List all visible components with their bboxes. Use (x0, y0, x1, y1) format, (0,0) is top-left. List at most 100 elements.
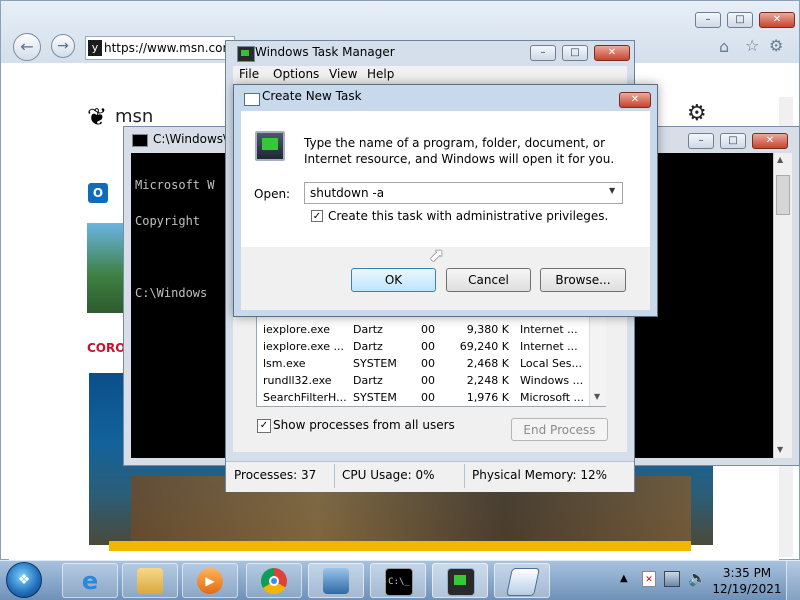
menu-help[interactable]: Help (367, 67, 394, 81)
process-list-scrollbar[interactable]: ▼ (589, 312, 606, 406)
open-combobox[interactable]: shutdown -a ▼ (304, 182, 623, 204)
taskbar-chrome[interactable] (246, 563, 302, 598)
process-description: Internet ... (520, 323, 578, 336)
scroll-down-icon[interactable]: ▼ (594, 392, 600, 401)
process-description: Local Ses... (520, 357, 582, 370)
favorites-star-icon[interactable]: ☆ (745, 36, 759, 55)
dialog-description: Type the name of a program, folder, docu… (304, 136, 615, 166)
process-user: Dartz (353, 374, 383, 387)
taskbar-internet-explorer[interactable]: e (62, 563, 118, 598)
start-button[interactable]: ❖ (6, 562, 42, 598)
corona-headline-text[interactable]: CORO (87, 341, 125, 355)
process-memory: 69,240 K (459, 340, 509, 353)
table-row[interactable]: iexplore.exe Dartz 00 9,380 K Internet .… (257, 322, 587, 339)
taskbar-media-player[interactable]: ▶ (182, 563, 238, 598)
cmd-line (135, 251, 214, 263)
settings-gear-icon[interactable]: ⚙ (687, 101, 707, 126)
admin-privileges-checkbox[interactable]: ✓ (311, 210, 323, 222)
tools-gear-icon[interactable]: ⚙ (769, 36, 783, 55)
dialog-close-button[interactable]: ✕ (619, 92, 651, 108)
process-cpu: 00 (421, 374, 435, 387)
outlook-icon[interactable]: O (88, 183, 108, 203)
ok-button[interactable]: OK (351, 268, 436, 292)
process-user: Dartz (353, 340, 383, 353)
volume-icon[interactable]: 🔈 (688, 569, 707, 587)
task-icon (255, 131, 285, 161)
taskbar-remote-desktop[interactable] (308, 563, 364, 598)
cancel-button[interactable]: Cancel (446, 268, 531, 292)
network-icon[interactable] (664, 571, 680, 587)
forward-arrow-icon: → (57, 38, 69, 54)
taskbar-command-prompt[interactable]: C:\_ (370, 563, 426, 598)
open-label: Open: (254, 187, 291, 201)
end-process-button[interactable]: End Process (511, 418, 608, 441)
status-divider (334, 464, 335, 488)
tm-minimize-button[interactable]: – (530, 45, 556, 61)
cmd-scrollbar[interactable]: ▲ ▼ (773, 153, 792, 458)
back-button[interactable]: ← (13, 33, 41, 61)
task-manager-title: Windows Task Manager (255, 45, 395, 59)
create-new-task-dialog[interactable]: Create New Task ✕ Type the name of a pro… (233, 84, 658, 317)
action-center-flag-icon[interactable]: ✕ (642, 571, 656, 587)
browse-button[interactable]: Browse... (540, 268, 626, 292)
process-user: SYSTEM (353, 391, 397, 404)
taskbar-run-dialog[interactable] (494, 563, 550, 598)
forward-button[interactable]: → (51, 34, 75, 58)
msn-butterfly-icon: ❦ (87, 103, 108, 131)
close-button[interactable]: ✕ (759, 12, 795, 28)
tm-close-button[interactable]: ✕ (594, 45, 630, 61)
tm-maximize-button[interactable]: □ (562, 45, 588, 61)
show-hidden-icons-icon[interactable]: ▲ (620, 573, 628, 584)
process-memory: 9,380 K (466, 323, 509, 336)
process-description: Windows ... (520, 374, 584, 387)
process-list[interactable]: iexplore.exe Dartz 00 9,380 K Internet .… (256, 311, 606, 407)
minimize-button[interactable]: – (695, 12, 721, 28)
maximize-button[interactable]: □ (727, 12, 753, 28)
media-player-icon: ▶ (197, 568, 223, 594)
menu-options[interactable]: Options (273, 67, 319, 81)
dialog-icon (244, 93, 260, 106)
tm-menu-bar: File Options View Help (233, 66, 627, 84)
news-thumbnail[interactable] (87, 223, 127, 313)
address-bar[interactable]: y https://www.msn.com (85, 36, 235, 60)
windows-logo-icon: ❖ (17, 572, 31, 588)
process-description: Microsoft ... (520, 391, 585, 404)
cmd-minimize-button[interactable]: – (688, 133, 714, 149)
status-divider (464, 464, 465, 488)
process-name: SearchFilterH... (263, 391, 347, 404)
show-desktop-button[interactable] (786, 561, 800, 600)
cmd-close-button[interactable]: ✕ (752, 133, 788, 149)
cmd-maximize-button[interactable]: □ (720, 133, 746, 149)
process-memory: 1,976 K (466, 391, 509, 404)
physical-memory: Physical Memory: 12% (472, 468, 608, 482)
internet-explorer-icon: e (81, 567, 99, 595)
process-cpu: 00 (421, 340, 435, 353)
scroll-up-icon[interactable]: ▲ (777, 155, 783, 164)
table-row[interactable]: SearchFilterH... SYSTEM 00 1,976 K Micro… (257, 390, 587, 407)
process-name: lsm.exe (263, 357, 306, 370)
taskbar-task-manager[interactable] (432, 563, 488, 598)
show-all-users-label: Show processes from all users (273, 418, 455, 432)
menu-view[interactable]: View (329, 67, 357, 81)
table-row[interactable]: iexplore.exe ... Dartz 00 69,240 K Inter… (257, 339, 587, 356)
admin-privileges-label: Create this task with administrative pri… (328, 209, 609, 223)
monitor-icon (323, 568, 349, 594)
table-row[interactable]: lsm.exe SYSTEM 00 2,468 K Local Ses... (257, 356, 587, 373)
show-all-users-checkbox[interactable]: ✓ (257, 419, 271, 433)
process-description: Internet ... (520, 340, 578, 353)
taskbar-file-explorer[interactable] (122, 563, 178, 598)
open-input[interactable]: shutdown -a (310, 186, 384, 200)
home-icon[interactable]: ⌂ (719, 37, 729, 56)
cmd-title: C:\Windows\ (153, 132, 228, 146)
dialog-button-bar: OK Cancel Browse... (241, 247, 650, 310)
process-user: SYSTEM (353, 357, 397, 370)
scroll-down-icon[interactable]: ▼ (777, 445, 783, 454)
cmd-output: Microsoft W Copyright C:\Windows (135, 155, 214, 323)
task-manager-icon (237, 46, 255, 62)
chevron-down-icon[interactable]: ▼ (609, 186, 615, 195)
system-clock[interactable]: 3:35 PM 12/19/2021 (712, 565, 782, 597)
table-row[interactable]: rundll32.exe Dartz 00 2,248 K Windows ..… (257, 373, 587, 390)
taskbar: ❖ e ▶ C:\_ ▲ ✕ 🔈 3:35 PM 12/19/2021 (0, 560, 800, 600)
menu-file[interactable]: File (239, 67, 259, 81)
scroll-thumb[interactable] (776, 175, 790, 215)
